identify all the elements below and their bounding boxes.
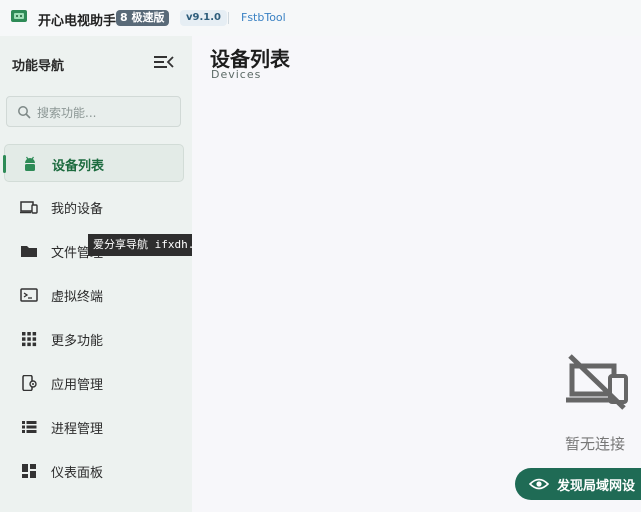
divider (228, 12, 229, 24)
sidebar-item-virtual-terminal[interactable]: 虚拟终端 (4, 276, 184, 314)
title-bar: 开心电视助手 8 极速版 v9.1.0 FstbTool (0, 0, 641, 36)
app-title: 开心电视助手 (38, 14, 117, 29)
search-box (6, 96, 181, 127)
sidebar-title: 功能导航 (12, 59, 65, 74)
no-connection-icon (566, 354, 628, 410)
sidebar-item-label: 进程管理 (51, 422, 104, 437)
active-indicator (3, 155, 6, 173)
sidebar-item-device-list[interactable]: 设备列表 (3, 144, 184, 182)
sidebar-item-dashboard[interactable]: 仪表面板 (4, 452, 184, 490)
search-input[interactable] (35, 102, 179, 124)
android-icon (25, 156, 35, 171)
eye-scan-icon (529, 478, 549, 490)
folder-icon (21, 246, 37, 257)
sidebar-item-my-devices[interactable]: 我的设备 (4, 188, 184, 226)
terminal-icon (20, 288, 38, 302)
collapse-sidebar-icon[interactable] (153, 54, 175, 70)
sidebar-item-app-management[interactable]: 应用管理 (4, 364, 184, 402)
page-subtitle: Devices (211, 68, 262, 81)
app-logo-icon (11, 10, 27, 22)
search-icon (18, 106, 31, 119)
edition-badge-icon: 8 (120, 11, 132, 24)
sidebar-item-process-management[interactable]: 进程管理 (4, 408, 184, 446)
main-panel: 设备列表 Devices 暂无连接 发现局域网设 (192, 36, 641, 512)
fstbtool-link[interactable]: FstbTool (241, 11, 286, 24)
discover-button-label: 发现局域网设 (557, 479, 636, 494)
grid-icon (22, 332, 37, 347)
discover-lan-devices-button[interactable]: 发现局域网设 (515, 468, 641, 500)
empty-state-text: 暂无连接 (565, 435, 626, 453)
sidebar-item-label: 更多功能 (51, 334, 104, 349)
sidebar-item-label: 虚拟终端 (51, 290, 104, 305)
list-icon (22, 421, 37, 433)
sidebar-item-label: 设备列表 (52, 159, 105, 174)
sidebar-item-label: 我的设备 (51, 202, 104, 217)
edition-badge-label: 极速版 (131, 11, 165, 24)
app-settings-icon (22, 375, 37, 391)
dashboard-icon (22, 464, 36, 478)
sidebar-item-label: 应用管理 (51, 378, 104, 393)
version-badge: v9.1.0 (180, 10, 227, 26)
sidebar: 功能导航 设备列表 我的设备 (0, 36, 192, 512)
edition-badge: 8 极速版 (116, 10, 170, 26)
sidebar-item-label: 仪表面板 (51, 466, 104, 481)
sidebar-item-more-features[interactable]: 更多功能 (4, 320, 184, 358)
devices-icon (20, 201, 38, 214)
